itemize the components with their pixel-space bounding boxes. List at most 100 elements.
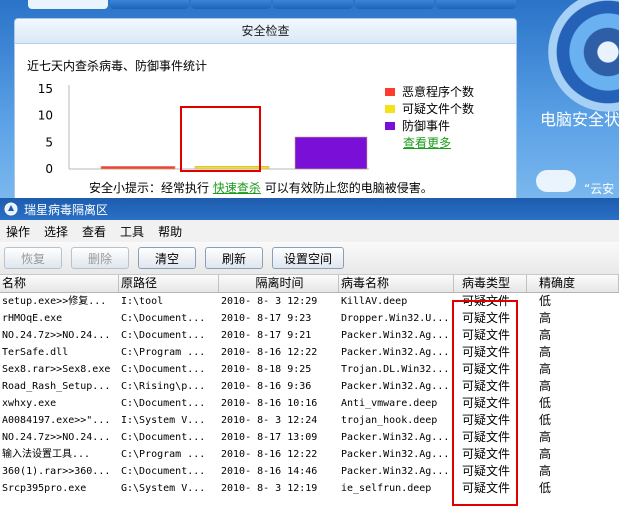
- legend-swatch-suspicious: [385, 104, 395, 113]
- legend-item: 查看更多: [385, 134, 474, 151]
- cell-virus-name: trojan_hook.deep: [341, 415, 438, 426]
- top-tab-6[interactable]: [436, 0, 517, 9]
- set-space-button[interactable]: 设置空间: [272, 247, 344, 269]
- menu-help[interactable]: 帮助: [152, 223, 188, 240]
- table-row[interactable]: NO.24.7z>>NO.24... C:\Document... 2010- 8-…: [0, 327, 619, 344]
- cell-time: 2010- 8- 3 12:29: [221, 296, 318, 307]
- cell-path: C:\Document...: [121, 364, 206, 375]
- table-row[interactable]: Srcp395pro.exe G:\System V... 2010- 8- 3 1…: [0, 480, 619, 497]
- highlight-box-suspicious-bar: [180, 106, 261, 172]
- column-header-virus-type[interactable]: 病毒类型: [454, 275, 527, 292]
- menu-operation[interactable]: 操作: [0, 223, 36, 240]
- cell-name: Sex8.rar>>Sex8.exe: [2, 364, 111, 375]
- menu-select[interactable]: 选择: [38, 223, 74, 240]
- top-tab-2[interactable]: [109, 0, 190, 9]
- clear-button[interactable]: 清空: [138, 247, 196, 269]
- y-tick-label: 10: [38, 109, 53, 123]
- table-row[interactable]: setup.exe>>修复... I:\tool 2010- 8- 3 12:29 K…: [0, 293, 619, 310]
- security-app-background: 电脑安全状 “云安 安全检查 近七天内查杀病毒、防御事件统计 0 5 10 15 恶意…: [0, 0, 619, 200]
- cell-name: NO.24.7z>>NO.24...: [2, 432, 111, 443]
- security-status-dial-icon: [548, 0, 619, 112]
- column-header-time[interactable]: 隔离时间: [219, 275, 339, 292]
- cell-virus-name: KillAV.deep: [341, 296, 408, 307]
- y-tick-label: 15: [38, 82, 53, 96]
- cell-path: C:\Rising\p...: [121, 381, 206, 392]
- top-tab-5[interactable]: [354, 0, 435, 9]
- quarantine-window: 瑞星病毒隔离区 操作 选择 查看 工具 帮助 恢复 删除 清空 刷新 设置空间 …: [0, 198, 619, 507]
- cell-accuracy: 高: [539, 362, 552, 376]
- cell-accuracy: 低: [539, 481, 552, 495]
- toolbar: 恢复 删除 清空 刷新 设置空间: [0, 242, 619, 275]
- table-row[interactable]: 输入法设置工具... C:\Program ... 2010- 8-16 12:22…: [0, 446, 619, 463]
- bar-2: [294, 136, 368, 170]
- legend-item: 防御事件: [385, 117, 474, 134]
- cell-virus-name: Dropper.Win32.U...: [341, 313, 450, 324]
- menu-tools[interactable]: 工具: [114, 223, 150, 240]
- table-row[interactable]: xwhxy.exe C:\Document... 2010- 8-16 10:16 A…: [0, 395, 619, 412]
- table-row[interactable]: TerSafe.dll C:\Program ... 2010- 8-16 12:2…: [0, 344, 619, 361]
- cell-accuracy: 低: [539, 396, 552, 410]
- quick-scan-link[interactable]: 快速查杀: [213, 181, 261, 195]
- panel-header: 安全检查: [15, 19, 516, 44]
- menu-view[interactable]: 查看: [76, 223, 112, 240]
- table-row[interactable]: rHMOqE.exe C:\Document... 2010- 8-17 9:23 D…: [0, 310, 619, 327]
- legend-swatch-defense: [385, 121, 395, 130]
- bar-0: [100, 166, 176, 170]
- table-row[interactable]: Road_Rash_Setup... C:\Rising\p... 2010- 8-…: [0, 378, 619, 395]
- cell-time: 2010- 8-18 9:25: [221, 364, 312, 375]
- cell-time: 2010- 8-17 9:23: [221, 313, 312, 324]
- cell-virus-name: Packer.Win32.Ag...: [341, 449, 450, 460]
- quarantine-table-body: setup.exe>>修复... I:\tool 2010- 8- 3 12:29 K…: [0, 293, 619, 497]
- cell-virus-name: Packer.Win32.Ag...: [341, 381, 450, 392]
- table-header: 名称 原路径 隔离时间 病毒名称 病毒类型 精确度: [0, 275, 619, 293]
- restore-button[interactable]: 恢复: [4, 247, 62, 269]
- cell-path: I:\tool: [121, 296, 164, 307]
- tip-suffix: 可以有效防止您的电脑被侵害。: [264, 181, 433, 195]
- cell-virus-name: Packer.Win32.Ag...: [341, 466, 450, 477]
- top-tab-4[interactable]: [273, 0, 353, 9]
- cloud-icon: [536, 170, 576, 192]
- cell-path: G:\System V...: [121, 483, 206, 494]
- window-title: 瑞星病毒隔离区: [24, 202, 109, 217]
- column-header-virus-name[interactable]: 病毒名称: [339, 275, 454, 292]
- cell-name: 360(1).rar>>360...: [2, 466, 111, 477]
- cell-path: C:\Program ...: [121, 347, 206, 358]
- cell-name: rHMOqE.exe: [2, 313, 63, 324]
- cell-time: 2010- 8-17 9:21: [221, 330, 312, 341]
- cell-accuracy: 低: [539, 294, 552, 308]
- cell-accuracy: 高: [539, 464, 552, 478]
- cell-path: C:\Document...: [121, 313, 206, 324]
- cell-name: A0084197.exe>>"...: [2, 415, 111, 426]
- top-tab-3[interactable]: [191, 0, 272, 9]
- menu-bar: 操作 选择 查看 工具 帮助: [0, 220, 619, 242]
- cell-accuracy: 高: [539, 311, 552, 325]
- table-row[interactable]: 360(1).rar>>360... C:\Document... 2010- 8-…: [0, 463, 619, 480]
- table-row[interactable]: Sex8.rar>>Sex8.exe C:\Document... 2010- 8-…: [0, 361, 619, 378]
- cell-name: TerSafe.dll: [2, 347, 69, 358]
- top-tab-home[interactable]: [28, 0, 108, 9]
- cell-path: C:\Document...: [121, 432, 206, 443]
- security-tip: 安全小提示：经常执行 快速查杀 可以有效防止您的电脑被侵害。: [89, 179, 433, 196]
- cell-accuracy: 高: [539, 328, 552, 342]
- view-more-link[interactable]: 查看更多: [403, 134, 451, 151]
- table-row[interactable]: A0084197.exe>>"... I:\System V... 2010- 8-…: [0, 412, 619, 429]
- chart-legend: 恶意程序个数 可疑文件个数 防御事件 查看更多: [385, 83, 474, 151]
- cell-time: 2010- 8- 3 12:19: [221, 483, 318, 494]
- legend-label: 防御事件: [402, 119, 451, 133]
- cell-accuracy: 高: [539, 379, 552, 393]
- cell-virus-name: Packer.Win32.Ag...: [341, 330, 450, 341]
- column-header-accuracy[interactable]: 精确度: [527, 275, 619, 292]
- cell-virus-name: Packer.Win32.Ag...: [341, 347, 450, 358]
- window-titlebar[interactable]: 瑞星病毒隔离区: [0, 198, 619, 220]
- refresh-button[interactable]: 刷新: [205, 247, 263, 269]
- cell-name: NO.24.7z>>NO.24...: [2, 330, 111, 341]
- column-header-name[interactable]: 名称: [0, 275, 119, 292]
- legend-label: 恶意程序个数: [402, 85, 475, 99]
- column-header-path[interactable]: 原路径: [119, 275, 219, 292]
- cell-time: 2010- 8-17 13:09: [221, 432, 318, 443]
- table-row[interactable]: NO.24.7z>>NO.24... C:\Document... 2010- 8-…: [0, 429, 619, 446]
- cell-name: xwhxy.exe: [2, 398, 57, 409]
- delete-button[interactable]: 删除: [71, 247, 129, 269]
- security-status-text: 电脑安全状: [540, 110, 619, 129]
- cell-virus-name: Packer.Win32.Ag...: [341, 432, 450, 443]
